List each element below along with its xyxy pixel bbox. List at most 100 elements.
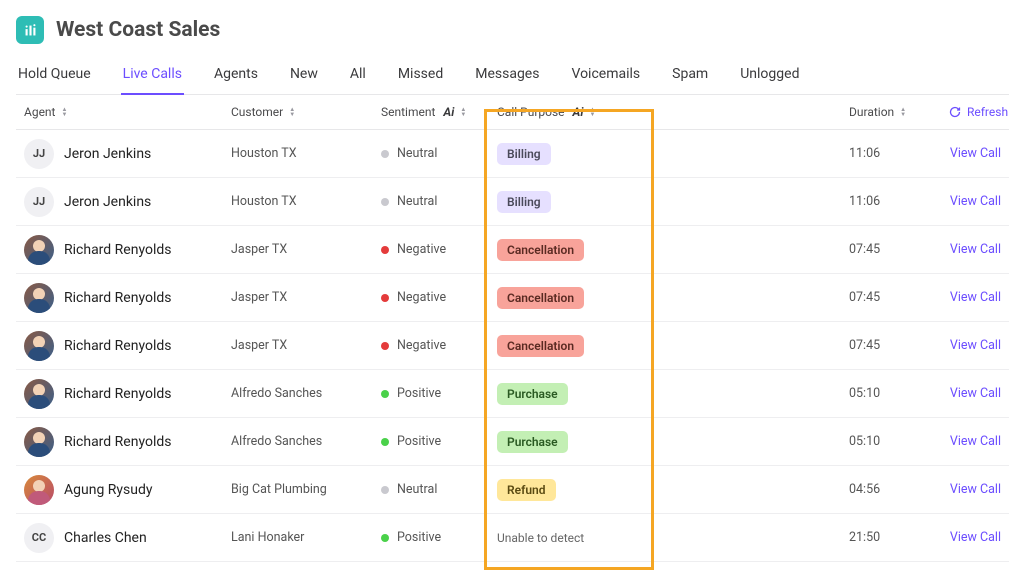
purpose-cell: Cancellation: [497, 239, 849, 261]
sort-icon: ▲▼: [460, 107, 466, 117]
view-call-link[interactable]: View Call: [950, 530, 1001, 545]
sentiment-label: Positive: [397, 386, 441, 401]
table-row: CCCharles ChenLani HonakerPositiveUnable…: [16, 514, 1009, 562]
agent-name: Richard Renyolds: [64, 338, 171, 354]
sentiment-cell: Negative: [381, 242, 497, 257]
view-call-link[interactable]: View Call: [950, 434, 1001, 449]
sentiment-dot-icon: [381, 438, 389, 446]
action-cell: View Call: [949, 290, 1009, 305]
customer-cell: Jasper TX: [231, 338, 381, 353]
tab-missed[interactable]: Missed: [396, 66, 445, 94]
view-call-link[interactable]: View Call: [950, 482, 1001, 497]
column-header-purpose[interactable]: Call Purpose Ai ▲▼: [497, 105, 849, 119]
view-call-link[interactable]: View Call: [950, 290, 1001, 305]
avatar: [24, 475, 54, 505]
view-call-link[interactable]: View Call: [950, 242, 1001, 257]
purpose-tag: Cancellation: [497, 239, 584, 261]
sentiment-label: Positive: [397, 434, 441, 449]
tab-messages[interactable]: Messages: [473, 66, 541, 94]
purpose-tag: Billing: [497, 191, 551, 213]
column-header-customer[interactable]: Customer ▲▼: [231, 105, 381, 119]
action-cell: View Call: [949, 530, 1009, 545]
table-row: JJJeron JenkinsHouston TX Neutral Billing1…: [16, 130, 1009, 178]
table-body: JJJeron JenkinsHouston TXNeutralBilling1…: [16, 130, 1009, 562]
ai-icon: Ai: [573, 105, 584, 119]
column-header-agent[interactable]: Agent ▲▼: [16, 105, 231, 119]
sentiment-dot-icon: [381, 294, 389, 302]
sentiment-cell: Positive: [381, 530, 497, 545]
sentiment-label: Neutral: [397, 194, 437, 209]
page-title: West Coast Sales: [56, 18, 220, 42]
action-cell: View Call: [949, 194, 1009, 209]
customer-cell: Jasper TX: [231, 290, 381, 305]
column-label: Agent: [24, 105, 55, 119]
tab-agents[interactable]: Agents: [212, 66, 260, 94]
agent-name: Richard Renyolds: [64, 242, 171, 258]
table-row: Richard RenyoldsJasper TXNegativeCancell…: [16, 274, 1009, 322]
sentiment-dot-icon: [381, 342, 389, 350]
customer-cell: Lani Honaker: [231, 530, 381, 545]
app-icon: [16, 16, 44, 44]
sentiment-cell: Neutral: [381, 194, 497, 209]
refresh-button[interactable]: Refresh: [949, 105, 1016, 119]
tab-unlogged[interactable]: Unlogged: [738, 66, 801, 94]
avatar: [24, 379, 54, 409]
duration-cell: 04:56: [849, 482, 949, 497]
action-cell: View Call: [949, 146, 1009, 161]
duration-cell: 21:50: [849, 530, 949, 545]
purpose-cell: Billing: [497, 143, 849, 165]
action-cell: View Call: [949, 482, 1009, 497]
action-cell: View Call: [949, 242, 1009, 257]
sentiment-dot-icon: [381, 534, 389, 542]
purpose-tag: Refund: [497, 479, 556, 501]
tab-voicemails[interactable]: Voicemails: [569, 66, 642, 94]
tab-all[interactable]: All: [348, 66, 368, 94]
agent-cell: Richard Renyolds: [16, 427, 231, 457]
agent-name: Richard Renyolds: [64, 386, 171, 402]
agent-cell: Richard Renyolds: [16, 379, 231, 409]
duration-cell: 11:06: [849, 146, 949, 161]
sentiment-cell: Negative: [381, 290, 497, 305]
agent-cell: JJJeron Jenkins: [16, 139, 231, 169]
sentiment-label: Neutral: [397, 482, 437, 497]
sentiment-cell: Neutral: [381, 482, 497, 497]
purpose-cell: Billing: [497, 191, 849, 213]
sort-icon: ▲▼: [589, 107, 595, 117]
column-label: Call Purpose: [497, 105, 565, 119]
action-cell: View Call: [949, 386, 1009, 401]
column-header-sentiment[interactable]: Sentiment Ai ▲▼: [381, 105, 497, 119]
duration-cell: 05:10: [849, 434, 949, 449]
agent-cell: Agung Rysudy: [16, 475, 231, 505]
view-call-link[interactable]: View Call: [950, 146, 1001, 161]
avatar: [24, 331, 54, 361]
view-call-link[interactable]: View Call: [950, 194, 1001, 209]
tab-live-calls[interactable]: Live Calls: [121, 66, 184, 94]
tab-hold-queue[interactable]: Hold Queue: [16, 66, 93, 94]
agent-name: Jeron Jenkins: [64, 194, 151, 210]
tabs: Hold Queue Live Calls Agents New All Missed Me…: [16, 52, 1009, 95]
sentiment-label: Neutral: [397, 146, 437, 161]
tab-spam[interactable]: Spam: [670, 66, 710, 94]
sentiment-label: Positive: [397, 530, 441, 545]
view-call-link[interactable]: View Call: [950, 386, 1001, 401]
table-row: Richard RenyoldsJasper TXNegativeCancell…: [16, 322, 1009, 370]
duration-cell: 07:45: [849, 338, 949, 353]
customer-cell: Houston TX: [231, 194, 381, 209]
purpose-tag: Purchase: [497, 383, 568, 405]
sort-icon: ▲▼: [900, 107, 906, 117]
view-call-link[interactable]: View Call: [950, 338, 1001, 353]
table-row: Richard RenyoldsAlfredo SanchesPositiveP…: [16, 418, 1009, 466]
avatar: [24, 283, 54, 313]
purpose-cell: Unable to detect: [497, 527, 849, 549]
agent-name: Charles Chen: [64, 530, 147, 546]
tab-new[interactable]: New: [288, 66, 320, 94]
table-row: Richard Renyolds Jasper TXNegativeCancell…: [16, 226, 1009, 274]
column-header-duration[interactable]: Duration ▲▼: [849, 105, 949, 119]
table-row: Agung RysudyBig Cat PlumbingNeutralRefun…: [16, 466, 1009, 514]
customer-cell: Houston TX: [231, 146, 381, 161]
duration-cell: 05:10: [849, 386, 949, 401]
customer-cell: Jasper TX: [231, 242, 381, 257]
sentiment-label: Negative: [397, 338, 446, 353]
column-label: Sentiment: [381, 105, 435, 119]
table-row: Richard RenyoldsAlfredo SanchesPositiveP…: [16, 370, 1009, 418]
